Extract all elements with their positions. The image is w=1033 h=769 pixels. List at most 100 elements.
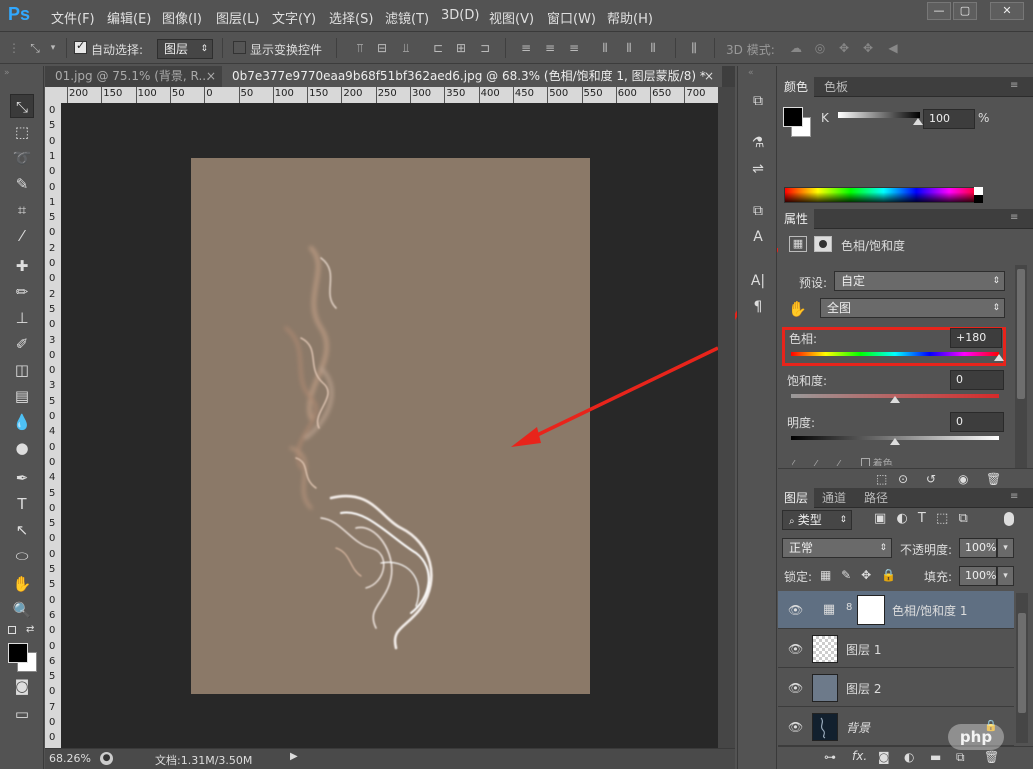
panel-menu-icon[interactable]: ≡ xyxy=(1010,491,1018,502)
hue-slider-thumb[interactable] xyxy=(994,354,1004,361)
view-previous-icon[interactable]: ⊙ xyxy=(898,472,908,486)
tab-channels[interactable]: 通道 xyxy=(816,488,852,508)
expand-icon[interactable]: « xyxy=(748,68,754,78)
visibility-icon[interactable]: ◉ xyxy=(958,472,968,486)
layer-name[interactable]: 背景 xyxy=(846,719,870,736)
panel-menu-icon[interactable]: ≡ xyxy=(1010,80,1018,91)
drag-3d-icon[interactable]: ✥ xyxy=(836,40,852,56)
align-bottom-icon[interactable]: ⫫ xyxy=(398,40,414,56)
character-panel-icon[interactable]: A| xyxy=(746,270,770,292)
paragraph-styles-icon[interactable]: ⧉ xyxy=(746,200,770,222)
layers-scrollbar[interactable] xyxy=(1016,593,1028,743)
k-value-input[interactable]: 100 xyxy=(923,109,975,129)
color-spectrum[interactable] xyxy=(784,187,983,203)
delete-icon[interactable]: 🗑 xyxy=(986,472,1001,486)
paragraph-panel-icon[interactable]: ¶ xyxy=(746,296,770,318)
layer-filter-select[interactable]: ⌕ 类型 ⇕ xyxy=(782,510,852,530)
align-vcenter-icon[interactable]: ⊟ xyxy=(374,40,390,56)
minimize-button[interactable]: — xyxy=(927,2,951,20)
mask-icon[interactable] xyxy=(814,236,832,252)
fill-input[interactable]: 100% xyxy=(959,566,997,586)
fx-icon[interactable]: fx. xyxy=(852,749,867,763)
lock-transparent-icon[interactable]: ▦ xyxy=(820,568,831,582)
move-tool-icon[interactable]: ⤡ xyxy=(24,40,46,56)
align-right-icon[interactable]: ⊐ xyxy=(477,40,493,56)
roll-3d-icon[interactable]: ◎ xyxy=(812,40,828,56)
eyedropper-plus-icon[interactable]: ⁄ xyxy=(815,459,817,467)
auto-select-target-select[interactable]: 图层 ⇕ xyxy=(157,39,213,59)
eye-icon[interactable]: 👁 xyxy=(788,720,803,734)
history-brush-tool-icon[interactable]: ✐ xyxy=(10,332,34,356)
range-select[interactable]: 全图 ⇕ xyxy=(820,298,1005,318)
k-slider-thumb[interactable] xyxy=(913,118,923,125)
auto-select-checkbox[interactable]: ✓ xyxy=(74,39,87,54)
camera-3d-icon[interactable]: ◀ xyxy=(885,40,901,56)
distribute-right-icon[interactable]: ⦀ xyxy=(645,40,661,56)
swap-colors-icon[interactable]: ⇄ xyxy=(26,624,34,635)
collapse-icon[interactable]: » xyxy=(4,68,40,78)
filter-type-icon[interactable]: T xyxy=(918,511,926,526)
tab-layers[interactable]: 图层 xyxy=(778,488,815,508)
canvas-area[interactable] xyxy=(61,103,718,748)
eraser-tool-icon[interactable]: ◫ xyxy=(10,358,34,382)
menu-image[interactable]: 图像(I) xyxy=(162,8,202,27)
lightness-slider-thumb[interactable] xyxy=(890,438,900,445)
status-menu-arrow-icon[interactable]: ▶ xyxy=(290,751,298,762)
menu-select[interactable]: 选择(S) xyxy=(329,8,373,27)
doc-tab-2[interactable]: 0b7e377e9770eaa9b68f51bf362aed6.jpg @ 68… xyxy=(222,66,722,87)
eyedropper-minus-icon[interactable]: ⁄ xyxy=(838,459,840,467)
clip-to-layer-icon[interactable]: ⬚ xyxy=(876,472,887,486)
distribute-hcenter-icon[interactable]: ⦀ xyxy=(621,40,637,56)
clone-stamp-tool-icon[interactable]: ⊥ xyxy=(10,306,34,330)
filter-shape-icon[interactable]: ⬚ xyxy=(936,511,948,526)
quick-select-tool-icon[interactable]: ✎ xyxy=(10,172,34,196)
distribute-top-icon[interactable]: ≡ xyxy=(518,40,534,56)
panel-menu-icon[interactable]: ≡ xyxy=(1010,212,1018,223)
lightness-input[interactable]: 0 xyxy=(950,412,1004,432)
hand-target-icon[interactable]: ✋ xyxy=(788,300,807,318)
adjustments-panel-icon[interactable]: ⇌ xyxy=(746,158,770,180)
layer-name[interactable]: 色相/饱和度 1 xyxy=(892,602,968,619)
properties-scrollbar[interactable] xyxy=(1015,265,1027,470)
layer-thumbnail[interactable] xyxy=(812,674,838,702)
lock-all-icon[interactable]: 🔒 xyxy=(881,568,896,582)
crop-tool-icon[interactable]: ⌗ xyxy=(10,198,34,222)
tab-properties[interactable]: 属性 xyxy=(778,209,815,229)
k-slider[interactable] xyxy=(838,112,920,118)
type-tool-icon[interactable]: T xyxy=(10,492,34,516)
saturation-slider-thumb[interactable] xyxy=(890,396,900,403)
eye-icon[interactable]: 👁 xyxy=(788,642,803,656)
filter-toggle[interactable] xyxy=(1004,512,1014,526)
healing-brush-tool-icon[interactable]: ✚ xyxy=(10,254,34,278)
align-left-icon[interactable]: ⊏ xyxy=(430,40,446,56)
history-panel-icon[interactable]: ⧉ xyxy=(746,90,770,112)
doc-tab-1-close-icon[interactable]: × xyxy=(206,69,216,83)
maximize-button[interactable]: ▢ xyxy=(953,2,977,20)
menu-edit[interactable]: 编辑(E) xyxy=(107,8,151,27)
move-tool-icon[interactable]: ⤡ xyxy=(10,94,34,118)
blur-tool-icon[interactable]: 💧 xyxy=(10,410,34,434)
filter-adjustment-icon[interactable]: ◐ xyxy=(896,511,907,526)
chevron-down-icon[interactable]: ▾ xyxy=(48,40,58,56)
blend-mode-select[interactable]: 正常 ⇕ xyxy=(782,538,892,558)
eye-icon[interactable]: 👁 xyxy=(788,681,803,695)
filter-smart-icon[interactable]: ⧉ xyxy=(958,511,967,526)
eyedropper-icon[interactable]: ⁄ xyxy=(792,459,794,467)
eye-icon[interactable]: 👁 xyxy=(788,603,803,617)
saturation-input[interactable]: 0 xyxy=(950,370,1004,390)
delete-layer-icon[interactable]: 🗑 xyxy=(984,750,999,764)
lasso-tool-icon[interactable]: ➰ xyxy=(10,146,34,170)
screen-mode-icon[interactable]: ▭ xyxy=(10,702,34,726)
link-layers-icon[interactable]: ⊶ xyxy=(824,750,836,764)
menu-layer[interactable]: 图层(L) xyxy=(216,8,259,27)
slide-3d-icon[interactable]: ✥ xyxy=(860,40,876,56)
fill-dropdown-icon[interactable]: ▾ xyxy=(997,566,1014,586)
tab-color[interactable]: 颜色 xyxy=(778,77,815,97)
status-info-icon[interactable]: ● xyxy=(100,752,113,765)
new-group-icon[interactable]: ▬ xyxy=(930,750,941,764)
distribute-vcenter-icon[interactable]: ≡ xyxy=(542,40,558,56)
menu-help[interactable]: 帮助(H) xyxy=(607,8,653,27)
default-colors-icon[interactable] xyxy=(8,626,16,634)
eyedropper-tool-icon[interactable]: ⁄ xyxy=(10,224,34,248)
opacity-dropdown-icon[interactable]: ▾ xyxy=(997,538,1014,558)
